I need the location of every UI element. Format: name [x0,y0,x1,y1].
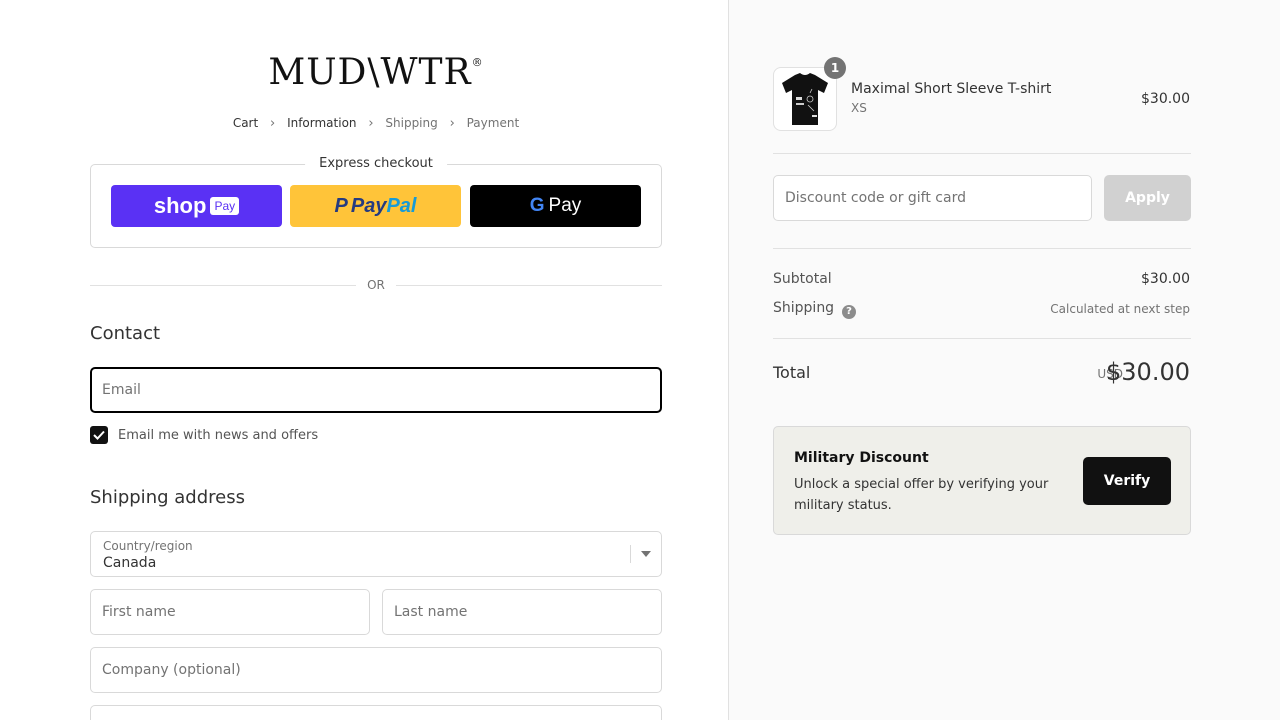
breadcrumb-information: Information [287,116,357,130]
total-value: $30.00 [1106,358,1190,386]
paypal-pay-text: Pay [350,194,387,217]
company-input[interactable] [102,662,650,678]
paypal-logo: P [334,194,348,217]
subtotal-value: $30.00 [1141,271,1190,287]
newsletter-checkbox[interactable] [90,426,108,444]
logo-text: MUD\WTR [268,52,472,93]
shop-pay-wordmark: shop [153,193,207,218]
checkout-main: MUD\WTR® Cart › Information › Shipping ›… [0,0,728,720]
checkmark-icon [93,430,105,440]
apply-button[interactable]: Apply [1104,175,1191,221]
google-pay-text: Pay [548,195,582,216]
breadcrumb-cart[interactable]: Cart [233,116,258,130]
shipping-row-label: Shipping? [773,300,857,319]
order-summary: 1 Maximal Short Sleeve T-shirt XS $30.00… [728,0,1280,720]
brand-logo[interactable]: MUD\WTR® [90,52,662,93]
help-icon[interactable]: ? [842,304,857,319]
shop-pay-button[interactable]: shop Pay [111,185,282,227]
product-name: Maximal Short Sleeve T-shirt [851,81,1052,97]
last-name-input[interactable] [394,604,650,620]
chevron-right-icon: › [368,116,374,131]
shipping-label: Shipping [773,300,835,316]
first-name-input[interactable] [102,604,358,620]
email-input[interactable] [102,382,650,398]
first-name-field[interactable] [90,589,370,635]
google-g-icon: G [529,195,545,216]
chevron-right-icon: › [270,116,276,131]
email-field[interactable] [90,367,662,413]
select-divider [630,545,631,563]
tshirt-icon [782,73,828,125]
paypal-button[interactable]: P Pay Pal [290,185,461,227]
registered-mark: ® [471,56,484,69]
discount-field[interactable] [773,175,1092,221]
newsletter-label: Email me with news and offers [118,427,319,443]
military-discount-card: Military Discount Unlock a special offer… [773,426,1191,535]
divider [773,153,1191,154]
breadcrumb: Cart › Information › Shipping › Payment [90,116,662,131]
quantity-badge: 1 [824,57,846,79]
military-discount-title: Military Discount [794,450,929,466]
or-divider: OR [90,278,662,294]
company-field[interactable] [90,647,662,693]
divider [773,338,1191,339]
paypal-pal-text: Pal [386,194,417,217]
express-checkout-title: Express checkout [305,156,447,171]
breadcrumb-payment: Payment [466,116,520,130]
shipping-value: Calculated at next step [1050,302,1190,316]
contact-heading: Contact [90,323,161,344]
shipping-address-heading: Shipping address [90,487,245,508]
shop-pay-tag: Pay [210,197,240,215]
product-variant: XS [851,101,867,115]
chevron-right-icon: › [449,116,455,131]
chevron-down-icon [641,551,651,557]
google-pay-button[interactable]: G Pay [470,185,641,227]
divider [773,248,1191,249]
express-checkout: Express checkout shop Pay P Pay Pal G Pay [90,156,662,248]
total-label: Total [773,363,811,382]
discount-input[interactable] [785,190,1080,206]
product-price: $30.00 [1141,91,1190,107]
breadcrumb-shipping: Shipping [385,116,438,130]
newsletter-option[interactable]: Email me with news and offers [90,426,318,444]
verify-button[interactable]: Verify [1083,457,1171,505]
last-name-field[interactable] [382,589,662,635]
country-select[interactable]: Country/region Canada [90,531,662,577]
country-label: Country/region [103,539,193,553]
divider-line-right [396,285,662,286]
military-discount-description: Unlock a special offer by verifying your… [794,477,1049,513]
country-value: Canada [103,555,157,571]
address-field[interactable] [90,705,662,720]
subtotal-label: Subtotal [773,271,832,287]
